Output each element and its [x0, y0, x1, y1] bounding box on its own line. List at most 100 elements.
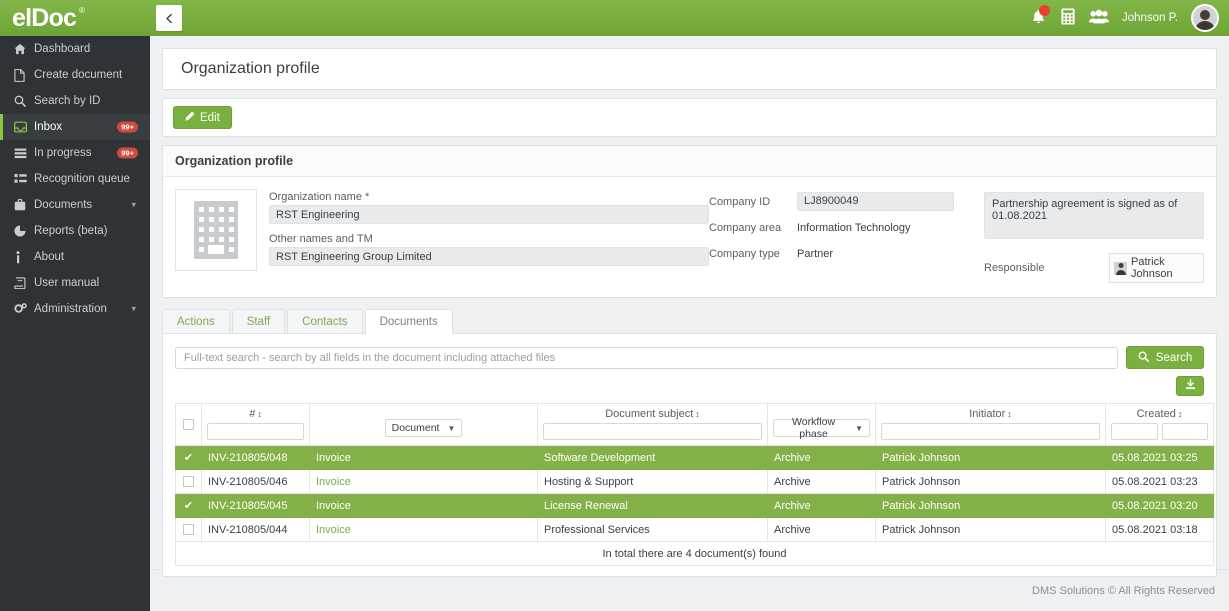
- th-subject-label[interactable]: Document subject ↕: [543, 408, 762, 420]
- filter-subject-input[interactable]: [543, 423, 762, 440]
- search-icon: [14, 95, 31, 107]
- responsible-user-chip[interactable]: Patrick Johnson: [1109, 253, 1204, 283]
- filter-workflow-phase-dropdown[interactable]: Workflow phase ▼: [773, 416, 870, 440]
- sort-icon[interactable]: ↕: [1007, 409, 1012, 419]
- calculator-button[interactable]: [1060, 8, 1076, 28]
- export-row: [175, 376, 1204, 396]
- search-button[interactable]: Search: [1126, 346, 1204, 369]
- company-id-row: Company ID LJ8900049: [709, 192, 984, 211]
- calculator-icon: [1060, 8, 1076, 28]
- th-created-label[interactable]: Created ↕: [1111, 408, 1208, 420]
- table-row[interactable]: INV-210805/046 Invoice Hosting & Support…: [175, 469, 1214, 494]
- notifications-button[interactable]: [1030, 5, 1050, 28]
- top-bar: elDoc ® Johnson P.: [0, 0, 1229, 36]
- in-progress-badge: 99+: [117, 147, 138, 159]
- table-total-row: In total there are 4 document(s) found: [175, 541, 1214, 566]
- sort-icon[interactable]: ↕: [1178, 409, 1183, 419]
- tab-staff[interactable]: Staff: [231, 309, 286, 334]
- company-type-label: Company type: [709, 247, 780, 260]
- app-logo-text: elDoc: [12, 3, 77, 32]
- search-input[interactable]: [175, 346, 1118, 369]
- other-names-input[interactable]: [269, 247, 709, 266]
- edit-button[interactable]: Edit: [173, 106, 232, 129]
- company-area-row: Company area Information Technology: [709, 218, 984, 237]
- book-icon: [14, 277, 31, 289]
- user-avatar: [1114, 261, 1127, 275]
- cell-created: 05.08.2021 03:18: [1105, 517, 1214, 542]
- list-icon: [14, 173, 31, 185]
- tab-documents[interactable]: Documents: [364, 309, 453, 334]
- filter-created-to-input[interactable]: [1161, 423, 1208, 440]
- sidebar-item-label: Create document: [34, 69, 123, 81]
- sidebar-item-reports[interactable]: Reports (beta): [0, 218, 150, 244]
- export-button[interactable]: [1176, 376, 1204, 396]
- sidebar-item-label: Dashboard: [34, 43, 91, 55]
- row-checkbox[interactable]: [183, 476, 194, 488]
- document-link[interactable]: Invoice: [316, 452, 351, 464]
- main-content: Organization profile Edit Organization p…: [150, 36, 1229, 611]
- th-number-label[interactable]: # ↕: [207, 408, 304, 420]
- check-icon[interactable]: ✔: [184, 500, 193, 512]
- check-icon[interactable]: ✔: [184, 452, 193, 464]
- document-link[interactable]: Invoice: [316, 476, 351, 488]
- people-button[interactable]: [1088, 9, 1109, 27]
- sidebar-collapse-button[interactable]: [156, 5, 182, 31]
- cell-number: INV-210805/045: [201, 493, 310, 518]
- table-row[interactable]: ✔ INV-210805/045 Invoice License Renewal…: [175, 493, 1214, 518]
- filter-document-dropdown[interactable]: Document ▼: [384, 419, 463, 437]
- sort-icon[interactable]: ↕: [257, 409, 262, 419]
- row-select-cell[interactable]: [175, 517, 202, 542]
- app-logo[interactable]: elDoc ®: [12, 3, 85, 32]
- sort-icon[interactable]: ↕: [695, 409, 700, 419]
- agreement-note[interactable]: Partnership agreement is signed as of 01…: [984, 192, 1204, 239]
- company-details: Company ID LJ8900049 Company area Inform…: [709, 189, 984, 283]
- avatar-body: [1195, 21, 1215, 30]
- sidebar-item-in-progress[interactable]: In progress 99+: [0, 140, 150, 166]
- sidebar-item-user-manual[interactable]: User manual: [0, 270, 150, 296]
- th-created-text: Created: [1136, 408, 1176, 420]
- document-link[interactable]: Invoice: [316, 524, 351, 536]
- table-row[interactable]: ✔ INV-210805/048 Invoice Software Develo…: [175, 445, 1214, 470]
- organization-logo-box[interactable]: [175, 189, 257, 271]
- cell-created: 05.08.2021 03:20: [1105, 493, 1214, 518]
- th-initiator: Initiator ↕: [875, 403, 1106, 446]
- sidebar-item-documents[interactable]: Documents ▾: [0, 192, 150, 218]
- user-name-label[interactable]: Johnson P.: [1122, 12, 1178, 24]
- filter-created-from-input[interactable]: [1111, 423, 1158, 440]
- cell-created: 05.08.2021 03:23: [1105, 469, 1214, 494]
- sidebar-item-administration[interactable]: Administration ▾: [0, 296, 150, 322]
- sidebar-item-create-document[interactable]: Create document: [0, 62, 150, 88]
- filter-number-input[interactable]: [207, 423, 304, 440]
- sidebar-item-label: Recognition queue: [34, 173, 130, 185]
- sidebar-item-recognition-queue[interactable]: Recognition queue: [0, 166, 150, 192]
- avatar[interactable]: [1191, 4, 1219, 32]
- th-initiator-label[interactable]: Initiator ↕: [881, 408, 1100, 420]
- sidebar-item-label: Administration: [34, 303, 107, 315]
- chevron-down-icon: ▾: [131, 199, 136, 210]
- building-door: [208, 245, 224, 254]
- sidebar-item-search-by-id[interactable]: Search by ID: [0, 88, 150, 114]
- sidebar-item-dashboard[interactable]: Dashboard: [0, 36, 150, 62]
- sidebar-item-about[interactable]: About: [0, 244, 150, 270]
- responsible-user-name: Patrick Johnson: [1131, 256, 1173, 280]
- row-checkbox[interactable]: [183, 524, 194, 536]
- file-icon: [14, 68, 31, 82]
- row-select-cell[interactable]: ✔: [175, 445, 202, 470]
- sidebar-item-inbox[interactable]: Inbox 99+: [0, 114, 150, 140]
- document-link[interactable]: Invoice: [316, 500, 351, 512]
- cell-initiator: Patrick Johnson: [875, 469, 1106, 494]
- briefcase-icon: [14, 199, 31, 211]
- filter-initiator-input[interactable]: [881, 423, 1100, 440]
- th-number-text: #: [249, 408, 256, 420]
- cell-subject: Software Development: [537, 445, 768, 470]
- th-initiator-text: Initiator: [969, 408, 1006, 420]
- row-select-cell[interactable]: ✔: [175, 493, 202, 518]
- tab-actions[interactable]: Actions: [162, 309, 230, 334]
- company-id-value[interactable]: LJ8900049: [797, 192, 954, 211]
- row-select-cell[interactable]: [175, 469, 202, 494]
- tab-contacts[interactable]: Contacts: [287, 309, 363, 334]
- select-all-checkbox[interactable]: [183, 419, 194, 430]
- organization-name-input[interactable]: [269, 205, 709, 224]
- table-row[interactable]: INV-210805/044 Invoice Professional Serv…: [175, 517, 1214, 542]
- chevron-down-icon: ▼: [447, 423, 456, 433]
